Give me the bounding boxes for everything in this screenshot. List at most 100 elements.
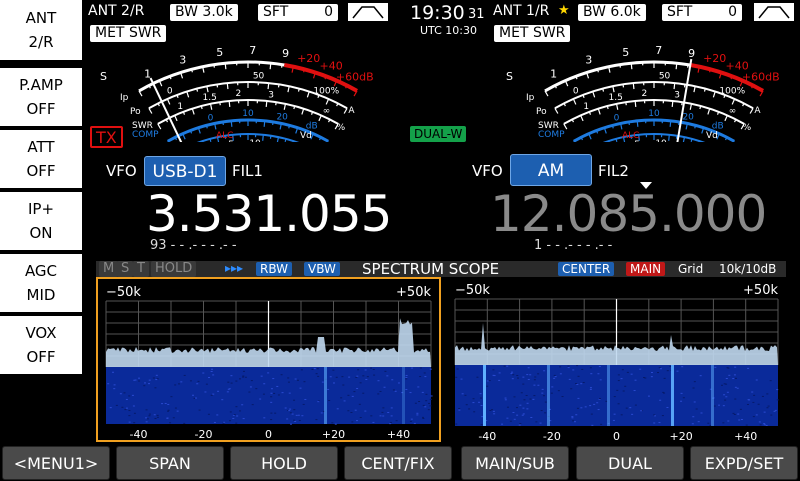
mode-left-button[interactable]: USB-D1 xyxy=(144,156,226,186)
scope-waterfall-noise xyxy=(714,367,716,368)
vox-button[interactable]: VOXOFF xyxy=(0,316,82,376)
mode-right-button[interactable]: AM xyxy=(510,154,592,186)
scope-waterfall-noise xyxy=(534,376,536,377)
scope-waterfall-noise xyxy=(425,394,427,395)
scope-waterfall-noise xyxy=(112,372,114,373)
scope-waterfall-noise xyxy=(480,398,482,399)
meter-plus-label: +20 xyxy=(297,52,320,65)
scope-waterfall-noise xyxy=(315,419,317,420)
att-button[interactable]: ATTOFF xyxy=(0,130,82,190)
scope-waterfall-noise xyxy=(506,418,508,419)
preamp-button[interactable]: P.AMPOFF xyxy=(0,68,82,128)
expd-set-button[interactable]: EXPD/SET xyxy=(690,446,798,480)
scope-waterfall-noise xyxy=(250,386,252,387)
scope-waterfall-noise xyxy=(537,385,539,386)
scope-waterfall-noise xyxy=(335,424,337,425)
ant-right-label: ANT 1/R xyxy=(493,4,549,19)
main-sub-button[interactable]: MAIN/SUB xyxy=(461,446,569,480)
ipplus-button[interactable]: IP+ON xyxy=(0,192,82,252)
sft-left-pill[interactable]: SFT0 xyxy=(258,4,338,21)
scope-waterfall-noise xyxy=(753,416,755,417)
scope-waterfall-noise xyxy=(522,408,524,409)
meter-left-tick xyxy=(285,139,286,142)
meter-left-tick xyxy=(201,106,202,109)
scope-waterfall-noise xyxy=(707,423,709,424)
scope-waterfall-noise xyxy=(292,414,294,415)
scope-waterfall-noise xyxy=(149,380,151,381)
scope-right-panel[interactable]: −50k+50k-40-200+20+40 xyxy=(447,277,786,442)
scope-waterfall-noise xyxy=(303,381,305,382)
scope-waterfall-noise xyxy=(287,377,289,378)
scope-waterfall-noise xyxy=(431,395,433,396)
hold-button[interactable]: HOLD xyxy=(230,446,338,480)
meter-po-label: 0 xyxy=(573,87,579,97)
scope-waterfall-noise xyxy=(756,414,758,415)
scope-left-panel[interactable]: −50k+50k-40-200+20+40 xyxy=(96,277,441,442)
scope-waterfall-noise xyxy=(344,400,346,401)
scope-waterfall-noise xyxy=(208,377,210,378)
sft-right-value: 0 xyxy=(728,4,737,21)
scope-flag-hold: HOLD xyxy=(151,261,196,277)
scope-waterfall-noise xyxy=(236,415,238,416)
main-badge[interactable]: MAIN xyxy=(626,262,665,276)
meter-right-tick xyxy=(708,109,710,115)
scope-waterfall-noise xyxy=(478,402,480,403)
meter-s-label: 7 xyxy=(249,44,256,57)
scope-waterfall-noise xyxy=(243,418,245,419)
dual-button[interactable]: DUAL xyxy=(576,446,684,480)
meter-right-tick xyxy=(607,106,608,109)
scope-waterfall-noise xyxy=(337,408,339,409)
scope-waterfall-noise xyxy=(624,386,626,387)
frequency-right[interactable]: 12.085.000 xyxy=(490,188,766,240)
scope-signal-streak xyxy=(324,367,327,424)
scope-waterfall-noise xyxy=(430,399,432,400)
scope-waterfall-noise xyxy=(759,421,761,422)
scope-waterfall-noise xyxy=(741,419,743,420)
scope-waterfall-noise xyxy=(148,383,150,384)
scope-waterfall-noise xyxy=(581,369,583,370)
scope-waterfall-noise xyxy=(530,417,532,418)
scope-waterfall-noise xyxy=(322,382,324,383)
scope-axis-label: -20 xyxy=(543,430,561,442)
scope-waterfall-noise xyxy=(166,418,168,419)
scope-waterfall-noise xyxy=(372,422,374,423)
scope-waterfall-noise xyxy=(700,375,702,376)
scope-waterfall-noise xyxy=(523,399,525,400)
center-mode-badge[interactable]: CENTER xyxy=(558,262,614,276)
scope-signal-streak xyxy=(711,365,714,426)
scope-waterfall-noise xyxy=(631,374,633,375)
agc-button[interactable]: AGCMID xyxy=(0,254,82,314)
scope-axis-label: -20 xyxy=(195,428,213,440)
ant-button[interactable]: ANT2/R xyxy=(0,0,82,62)
scope-waterfall-noise xyxy=(481,424,483,425)
bw-right-pill[interactable]: BW 6.0k xyxy=(578,4,646,21)
frequency-left[interactable]: 3.531.055 xyxy=(146,188,391,240)
rbw-button[interactable]: RBW xyxy=(256,262,292,276)
scope-waterfall-noise xyxy=(541,393,543,394)
scope-waterfall-noise xyxy=(347,395,349,396)
bw-left-pill[interactable]: BW 3.0k xyxy=(170,4,238,21)
scope-waterfall-noise xyxy=(245,377,247,378)
scope-waterfall-noise xyxy=(289,409,291,410)
scope-waterfall-noise xyxy=(202,373,204,374)
scope-waterfall-noise xyxy=(288,382,290,383)
menu1-button[interactable]: <MENU1> xyxy=(2,446,110,480)
scope-waterfall-noise xyxy=(177,411,179,412)
scope-waterfall-noise xyxy=(381,412,383,413)
scope-waterfall-noise xyxy=(733,413,735,414)
scope-waterfall-noise xyxy=(593,404,595,405)
meter-left-tick xyxy=(225,63,226,69)
cent-fix-button[interactable]: CENT/FIX xyxy=(344,446,452,480)
scope-waterfall-noise xyxy=(167,411,169,412)
sft-right-pill[interactable]: SFT0 xyxy=(662,4,742,21)
meter-comp-label: 10 xyxy=(242,109,254,119)
meter-side-label: Po xyxy=(536,107,547,117)
meter-side-label: COMP xyxy=(132,130,159,140)
scope-span-right: +50k xyxy=(743,283,778,298)
meter-vd-sym: Vd xyxy=(300,131,312,141)
meter-right-tick xyxy=(694,86,695,92)
vbw-button[interactable]: VBW xyxy=(304,262,340,276)
scope-waterfall-noise xyxy=(480,393,482,394)
meter-swr-label: 2 xyxy=(235,89,241,99)
span-button[interactable]: SPAN xyxy=(116,446,224,480)
